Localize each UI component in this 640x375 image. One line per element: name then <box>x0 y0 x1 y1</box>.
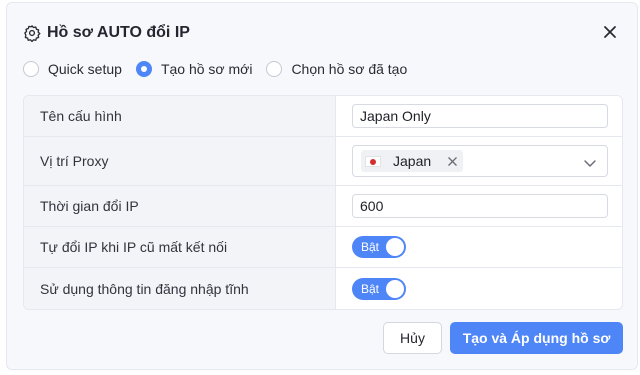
radio-create-new-profile[interactable]: Tạo hồ sơ mới <box>135 61 253 77</box>
auto-ip-profile-dialog: Hồ sơ AUTO đổi IP Quick setup Tạo hồ sơ … <box>6 2 638 370</box>
row-proxy-location: Vị trí Proxy Japan <box>24 137 622 186</box>
proxy-location-label: Vị trí Proxy <box>24 137 336 185</box>
gear-icon <box>23 24 41 43</box>
row-static-login: Sử dụng thông tin đăng nhập tĩnh Bật <box>24 268 622 309</box>
proxy-location-select[interactable]: Japan <box>352 145 608 177</box>
remove-tag-icon[interactable] <box>447 156 457 166</box>
dialog-header: Hồ sơ AUTO đổi IP <box>23 21 190 45</box>
radio-label: Chọn hồ sơ đã tạo <box>291 61 408 77</box>
radio-circle <box>266 61 283 77</box>
config-name-cell: Japan Only <box>336 96 622 136</box>
auto-change-disconnect-toggle[interactable]: Bật <box>352 236 406 258</box>
proxy-location-tag: Japan <box>361 150 464 172</box>
proxy-location-cell: Japan <box>336 137 622 185</box>
radio-choose-existing-profile[interactable]: Chọn hồ sơ đã tạo <box>266 61 407 77</box>
static-login-toggle[interactable]: Bật <box>352 277 406 300</box>
cancel-button[interactable]: Hủy <box>383 322 442 354</box>
settings-table: Tên cấu hình Japan Only Vị trí Proxy Jap… <box>23 95 623 310</box>
toggle-knob <box>386 279 404 298</box>
create-apply-profile-button[interactable]: Tạo và Áp dụng hồ sơ <box>450 322 623 354</box>
ip-change-time-label: Thời gian đổi IP <box>24 186 336 226</box>
toggle-label: Bật <box>361 281 380 296</box>
proxy-location-tag-label: Japan <box>393 153 432 169</box>
config-name-input[interactable]: Japan Only <box>352 104 608 128</box>
chevron-down-icon[interactable] <box>583 156 597 167</box>
mode-radio-group: Quick setup Tạo hồ sơ mới Chọn hồ sơ đã … <box>23 57 421 81</box>
radio-label: Tạo hồ sơ mới <box>160 61 253 77</box>
toggle-knob <box>386 238 404 256</box>
ip-change-time-cell: 600 <box>336 186 622 226</box>
auto-change-disconnect-label: Tự đổi IP khi IP cũ mất kết nối <box>24 227 336 267</box>
row-auto-change-disconnect: Tự đổi IP khi IP cũ mất kết nối Bật <box>24 227 622 268</box>
static-login-cell: Bật <box>336 268 622 309</box>
radio-label: Quick setup <box>48 61 122 77</box>
radio-quick-setup[interactable]: Quick setup <box>23 61 122 77</box>
close-icon[interactable] <box>599 21 621 43</box>
japan-flag-icon <box>365 155 381 167</box>
row-ip-change-time: Thời gian đổi IP 600 <box>24 186 622 227</box>
auto-change-disconnect-cell: Bật <box>336 227 622 267</box>
config-name-label: Tên cấu hình <box>24 96 336 136</box>
dialog-title: Hồ sơ AUTO đổi IP <box>47 24 190 41</box>
static-login-label: Sử dụng thông tin đăng nhập tĩnh <box>24 268 336 309</box>
ip-change-time-input[interactable]: 600 <box>352 194 608 218</box>
toggle-label: Bật <box>361 240 380 254</box>
row-config-name: Tên cấu hình Japan Only <box>24 96 622 137</box>
radio-circle-checked <box>135 61 152 77</box>
radio-circle <box>23 61 39 77</box>
